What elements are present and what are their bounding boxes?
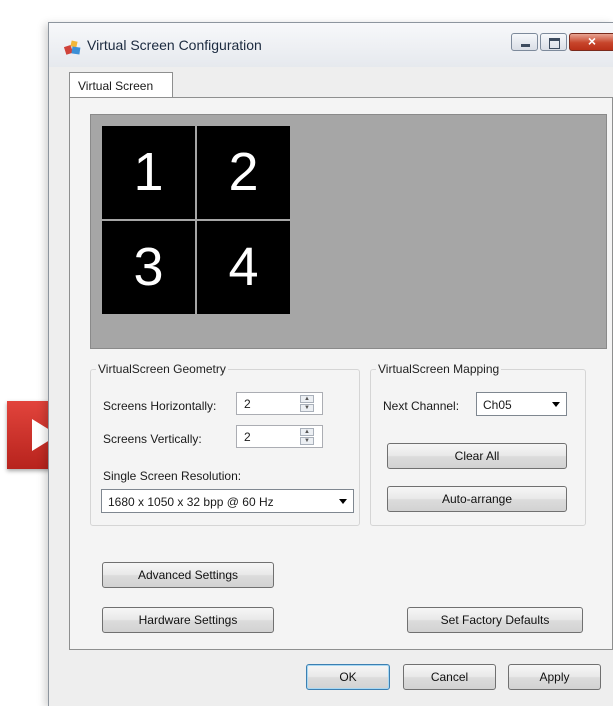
mapping-legend: VirtualScreen Mapping bbox=[378, 362, 500, 376]
resolution-value: 1680 x 1050 x 32 bpp @ 60 Hz bbox=[108, 495, 274, 509]
advanced-settings-button[interactable]: Advanced Settings bbox=[102, 562, 274, 588]
maximize-icon bbox=[549, 38, 560, 49]
horizontal-stepper[interactable]: 2 ▲ ▼ bbox=[236, 392, 323, 415]
resolution-select[interactable]: 1680 x 1050 x 32 bpp @ 60 Hz bbox=[101, 489, 354, 513]
screen-tile-4[interactable]: 4 bbox=[197, 221, 290, 314]
close-button[interactable]: × bbox=[569, 33, 613, 51]
tab-virtual-screen[interactable]: Virtual Screen bbox=[69, 72, 173, 98]
next-channel-select[interactable]: Ch05 bbox=[476, 392, 567, 416]
clear-all-button[interactable]: Clear All bbox=[387, 443, 567, 469]
chevron-down-icon bbox=[339, 499, 347, 504]
virtual-screen-preview[interactable]: 1 2 3 4 bbox=[90, 114, 607, 349]
app-icon bbox=[64, 40, 81, 55]
spin-down-icon[interactable]: ▼ bbox=[300, 404, 314, 412]
set-factory-defaults-button[interactable]: Set Factory Defaults bbox=[407, 607, 583, 633]
horizontal-value: 2 bbox=[244, 397, 251, 411]
ok-button[interactable]: OK bbox=[306, 664, 390, 690]
minimize-icon bbox=[521, 44, 530, 47]
screen-tile-3[interactable]: 3 bbox=[102, 221, 195, 314]
minimize-button[interactable] bbox=[511, 33, 538, 51]
geometry-legend: VirtualScreen Geometry bbox=[98, 362, 226, 376]
horizontal-spin-buttons[interactable]: ▲ ▼ bbox=[300, 395, 314, 413]
spin-up-icon[interactable]: ▲ bbox=[300, 395, 314, 403]
maximize-button[interactable] bbox=[540, 33, 567, 51]
title-bar[interactable]: Virtual Screen Configuration × bbox=[49, 23, 613, 67]
horizontal-label: Screens Horizontally: bbox=[103, 399, 217, 413]
window-title: Virtual Screen Configuration bbox=[87, 37, 262, 53]
next-channel-label: Next Channel: bbox=[383, 399, 460, 413]
vertical-label: Screens Vertically: bbox=[103, 432, 202, 446]
auto-arrange-button[interactable]: Auto-arrange bbox=[387, 486, 567, 512]
apply-button[interactable]: Apply bbox=[508, 664, 601, 690]
vertical-spin-buttons[interactable]: ▲ ▼ bbox=[300, 428, 314, 446]
next-channel-value: Ch05 bbox=[483, 398, 512, 412]
resolution-label: Single Screen Resolution: bbox=[103, 469, 242, 483]
spin-up-icon[interactable]: ▲ bbox=[300, 428, 314, 436]
spin-down-icon[interactable]: ▼ bbox=[300, 437, 314, 445]
hardware-settings-button[interactable]: Hardware Settings bbox=[102, 607, 274, 633]
chevron-down-icon bbox=[552, 402, 560, 407]
cancel-button[interactable]: Cancel bbox=[403, 664, 496, 690]
close-icon: × bbox=[587, 33, 597, 49]
vertical-value: 2 bbox=[244, 430, 251, 444]
screen-tile-2[interactable]: 2 bbox=[197, 126, 290, 219]
tab-label: Virtual Screen bbox=[78, 79, 154, 93]
vertical-stepper[interactable]: 2 ▲ ▼ bbox=[236, 425, 323, 448]
screen-tile-1[interactable]: 1 bbox=[102, 126, 195, 219]
